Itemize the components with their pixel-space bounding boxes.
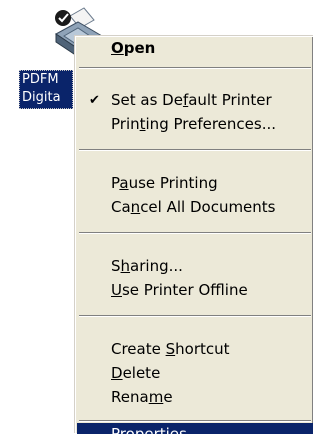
menu-item-rename[interactable]: Rename (77, 386, 313, 409)
menu-item-sharing[interactable]: Sharing... (77, 255, 313, 278)
menu-accelerator: m (148, 388, 164, 406)
menu-item-pause-printing[interactable]: Pause Printing (77, 172, 313, 195)
menu-accelerator: D (111, 364, 123, 382)
menu-separator (79, 315, 311, 317)
menu-item-create-shortcut[interactable]: Create Shortcut (77, 338, 313, 361)
menu-separator (79, 232, 311, 234)
menu-item-set-default-printer[interactable]: ✔ Set as Default Printer (77, 89, 313, 112)
menu-accelerator: O (111, 39, 124, 57)
menu-separator (79, 149, 311, 151)
check-icon: ✔ (89, 93, 100, 108)
menu-item-use-printer-offline[interactable]: Use Printer Offline (77, 279, 313, 302)
menu-accelerator: S (165, 340, 176, 358)
icon-label-line2: Digita (22, 90, 61, 105)
menu-item-open[interactable]: Open (77, 37, 313, 60)
context-menu: Open ✔ Set as Default Printer Printing P… (74, 35, 313, 434)
menu-item-printing-preferences[interactable]: Printing Preferences... (77, 113, 313, 136)
menu-separator (79, 67, 311, 69)
menu-item-cancel-all-documents[interactable]: Cancel All Documents (77, 196, 313, 219)
menu-accelerator: U (111, 281, 122, 299)
menu-accelerator: n (130, 198, 141, 216)
icon-label-line1: PDFM (22, 72, 59, 87)
menu-separator (79, 420, 311, 422)
menu-item-delete[interactable]: Delete (77, 362, 313, 385)
menu-accelerator: a (119, 174, 129, 192)
menu-item-properties[interactable]: Properties (77, 423, 313, 434)
printer-icon-label[interactable]: PDFM Digita (19, 70, 73, 109)
menu-accelerator: h (120, 257, 131, 275)
